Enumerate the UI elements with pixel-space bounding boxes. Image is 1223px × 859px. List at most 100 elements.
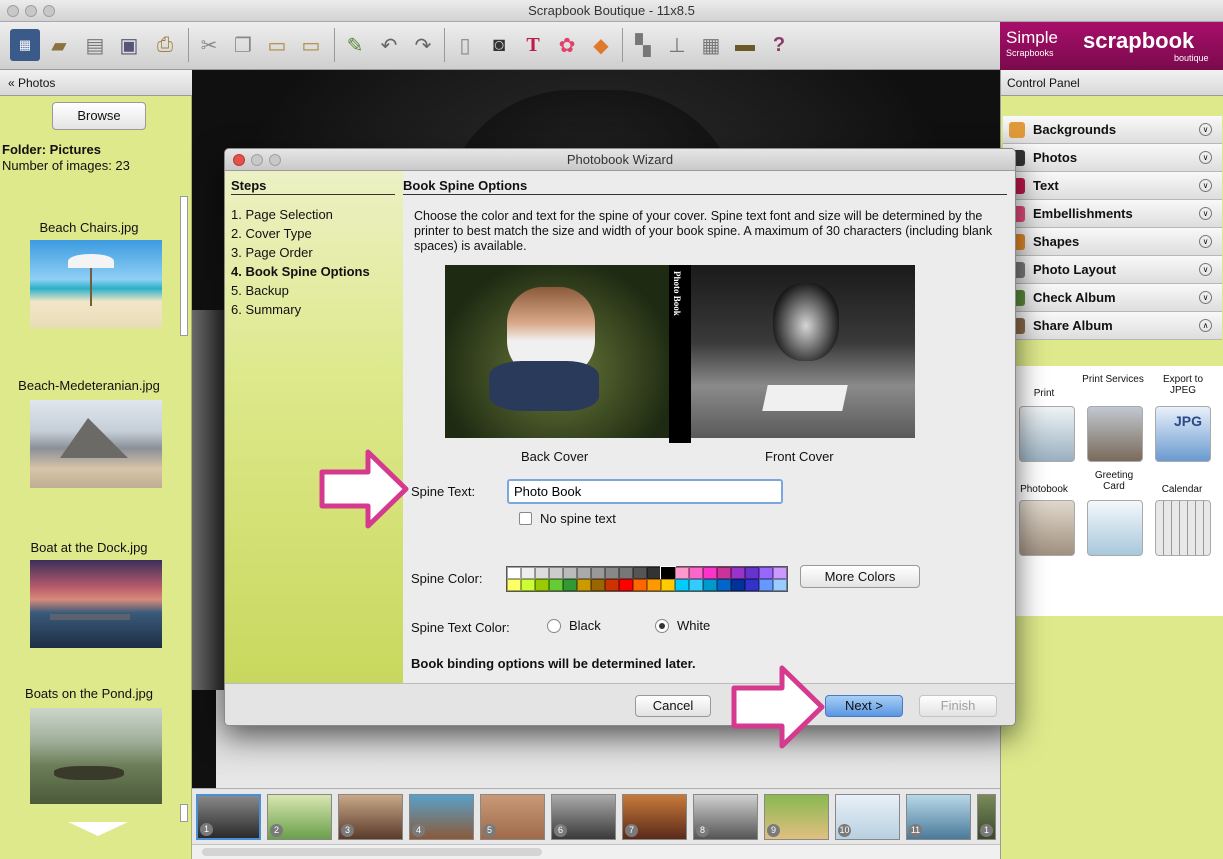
filmstrip-page[interactable]: 3	[338, 794, 403, 840]
thumbnail-image[interactable]	[30, 560, 162, 648]
color-swatch[interactable]	[591, 579, 605, 591]
control-panel-text[interactable]: Text ∨	[1003, 172, 1222, 200]
control-panel-share-album[interactable]: Share Album ∧	[1003, 312, 1222, 340]
control-panel-embellishments[interactable]: Embellishments ∨	[1003, 200, 1222, 228]
text-color-black-radio[interactable]: Black	[547, 618, 601, 633]
no-spine-text-checkbox[interactable]: No spine text	[519, 511, 616, 526]
filmstrip-page[interactable]: 8	[693, 794, 758, 840]
photos-scrollbar-bottom[interactable]	[180, 804, 188, 822]
color-swatch[interactable]	[549, 579, 563, 591]
checkbox-box[interactable]	[519, 512, 532, 525]
zoom-window-button[interactable]	[43, 5, 55, 17]
spine-text-input[interactable]	[507, 479, 783, 504]
filmstrip-page[interactable]: 2	[267, 794, 332, 840]
filmstrip-scrollbar[interactable]	[192, 844, 1000, 859]
help-icon[interactable]: ?	[764, 29, 794, 61]
dialog-close-button[interactable]	[233, 154, 245, 166]
grid-icon[interactable]: ▦	[696, 29, 726, 61]
printer-icon[interactable]	[1019, 406, 1075, 462]
color-swatch[interactable]	[535, 567, 549, 579]
add-page-icon[interactable]: ▯	[450, 29, 480, 61]
color-swatch[interactable]	[577, 579, 591, 591]
color-swatch[interactable]	[605, 579, 619, 591]
camera-icon[interactable]: ◙	[484, 29, 514, 61]
color-swatch[interactable]	[675, 579, 689, 591]
dialog-zoom-button[interactable]	[269, 154, 281, 166]
radio-button[interactable]	[547, 618, 561, 633]
spell-check-icon[interactable]: ✎	[340, 29, 370, 61]
color-swatch[interactable]	[773, 579, 787, 591]
radio-button-selected[interactable]	[655, 618, 669, 633]
color-swatch[interactable]	[773, 567, 787, 579]
color-swatch[interactable]	[661, 579, 675, 591]
color-swatch[interactable]	[717, 567, 731, 579]
greeting-card-icon[interactable]	[1087, 500, 1143, 556]
color-swatch[interactable]	[591, 567, 605, 579]
color-swatch[interactable]	[605, 567, 619, 579]
more-colors-button[interactable]: More Colors	[800, 565, 920, 588]
color-swatch[interactable]	[549, 567, 563, 579]
filmstrip-page[interactable]: 5	[480, 794, 545, 840]
new-album-icon[interactable]: ▦	[10, 29, 40, 61]
control-panel-shapes[interactable]: Shapes ∨	[1003, 228, 1222, 256]
color-swatch[interactable]	[577, 567, 591, 579]
color-swatch[interactable]	[759, 567, 773, 579]
color-swatch[interactable]	[759, 579, 773, 591]
color-swatch[interactable]	[521, 579, 535, 591]
photos-scrollbar[interactable]	[180, 196, 188, 336]
filmstrip-page[interactable]: 1	[977, 794, 996, 840]
photos-panel-header[interactable]: « Photos	[0, 70, 192, 96]
cancel-button[interactable]: Cancel	[635, 695, 711, 717]
save-icon[interactable]: ▤	[80, 29, 110, 61]
color-swatch[interactable]	[507, 567, 521, 579]
filmstrip-page[interactable]: 9	[764, 794, 829, 840]
cut-icon[interactable]: ✂	[194, 29, 224, 61]
text-color-white-radio[interactable]: White	[655, 618, 710, 633]
thumbnail-image[interactable]	[30, 400, 162, 488]
color-swatch[interactable]	[703, 579, 717, 591]
thumbnail-image[interactable]	[30, 708, 162, 804]
layer-icon[interactable]: ▚	[628, 29, 658, 61]
color-swatch[interactable]	[535, 579, 549, 591]
undo-icon[interactable]: ↶	[374, 29, 404, 61]
shape-tool-icon[interactable]: ◆	[586, 29, 616, 61]
color-swatch[interactable]	[633, 579, 647, 591]
color-swatch[interactable]	[731, 567, 745, 579]
print-icon[interactable]: ⎙	[150, 29, 180, 61]
color-swatch[interactable]	[731, 579, 745, 591]
thumbnail-image[interactable]	[30, 240, 162, 328]
calendar-icon[interactable]	[1155, 500, 1211, 556]
color-swatch[interactable]	[703, 567, 717, 579]
color-swatch[interactable]	[647, 567, 661, 579]
next-button[interactable]: Next >	[825, 695, 903, 717]
color-swatch[interactable]	[745, 567, 759, 579]
color-swatch[interactable]	[717, 579, 731, 591]
browse-button[interactable]: Browse	[52, 102, 146, 130]
filmstrip-page[interactable]: 10	[835, 794, 900, 840]
spine-color-palette[interactable]	[506, 566, 788, 592]
text-tool-icon[interactable]: T	[518, 29, 548, 61]
filmstrip-page[interactable]: 4	[409, 794, 474, 840]
filmstrip-page[interactable]: 1	[196, 794, 261, 840]
redo-icon[interactable]: ↷	[408, 29, 438, 61]
open-folder-icon[interactable]: ▰	[44, 29, 74, 61]
align-icon[interactable]: ⊥	[662, 29, 692, 61]
finish-button[interactable]: Finish	[919, 695, 997, 717]
export-jpeg-icon[interactable]: JPG	[1155, 406, 1211, 462]
color-swatch[interactable]	[619, 567, 633, 579]
color-swatch[interactable]	[633, 567, 647, 579]
control-panel-check-album[interactable]: Check Album ∨	[1003, 284, 1222, 312]
control-panel-photo-layout[interactable]: Photo Layout ∨	[1003, 256, 1222, 284]
photobook-icon[interactable]	[1019, 500, 1075, 556]
save-as-icon[interactable]: ▣	[114, 29, 144, 61]
color-swatch[interactable]	[563, 579, 577, 591]
scroll-down-arrow-icon[interactable]	[68, 822, 128, 836]
color-swatch[interactable]	[689, 567, 703, 579]
filmstrip-page[interactable]: 11	[906, 794, 971, 840]
minimize-window-button[interactable]	[25, 5, 37, 17]
color-swatch[interactable]	[647, 579, 661, 591]
color-swatch[interactable]	[563, 567, 577, 579]
print-services-icon[interactable]	[1087, 406, 1143, 462]
paste-special-icon[interactable]: ▭	[296, 29, 326, 61]
color-swatch[interactable]	[507, 579, 521, 591]
